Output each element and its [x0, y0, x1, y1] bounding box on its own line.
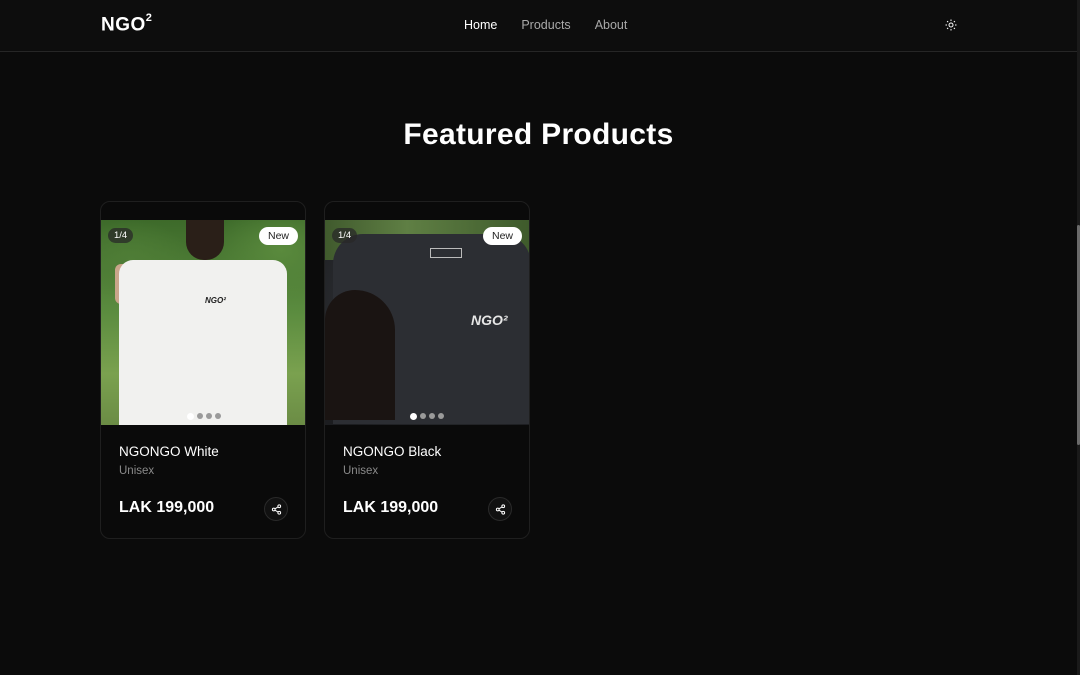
product-card[interactable]: NGO² 1/4 New NGONGO White Unisex LAK 199…	[100, 201, 306, 539]
product-price: LAK 199,000	[343, 499, 439, 516]
product-image: NGO²	[325, 220, 529, 425]
image-counter: 1/4	[108, 228, 134, 243]
shirt-neck-label	[430, 248, 462, 258]
share-button[interactable]	[264, 497, 288, 521]
photo-shirt	[119, 260, 287, 425]
site-header: NGO2 Home Products About	[0, 0, 1077, 52]
carousel-dot-active[interactable]	[187, 412, 194, 420]
product-image-carousel[interactable]: NGO²	[101, 220, 305, 425]
shirt-print: NGO²	[471, 312, 508, 328]
new-badge: New	[258, 227, 298, 245]
share-button[interactable]	[488, 497, 512, 521]
nav-about[interactable]: About	[595, 18, 628, 32]
image-counter: 1/4	[332, 228, 358, 243]
share-icon	[271, 503, 281, 515]
product-image-carousel[interactable]: NGO²	[325, 220, 529, 425]
logo-text: NGO	[101, 14, 146, 36]
photo-person	[325, 290, 395, 420]
carousel-dot[interactable]	[215, 413, 221, 419]
product-name[interactable]: NGONGO White	[119, 444, 219, 459]
product-image: NGO²	[101, 220, 305, 425]
section-title: Featured Products	[403, 118, 674, 151]
product-card[interactable]: NGO² 1/4 New NGONGO Black Unisex LAK 199…	[324, 201, 530, 539]
carousel-dots	[410, 412, 444, 420]
sun-icon	[945, 19, 957, 31]
carousel-dot[interactable]	[438, 413, 444, 419]
photo-person	[186, 220, 224, 260]
carousel-dot-active[interactable]	[410, 412, 417, 420]
new-badge: New	[482, 227, 522, 245]
product-category: Unisex	[343, 465, 379, 477]
logo-superscript: 2	[145, 12, 153, 24]
carousel-dot[interactable]	[429, 413, 435, 419]
product-name[interactable]: NGONGO Black	[343, 444, 441, 459]
carousel-dots	[187, 412, 221, 420]
carousel-dot[interactable]	[420, 413, 426, 419]
theme-toggle-button[interactable]	[942, 16, 960, 34]
shirt-print: NGO²	[205, 296, 226, 305]
nav-products[interactable]: Products	[521, 18, 570, 32]
product-category: Unisex	[119, 465, 155, 477]
carousel-dot[interactable]	[206, 413, 212, 419]
brand-logo[interactable]: NGO2	[101, 12, 153, 36]
share-icon	[495, 503, 505, 515]
carousel-dot[interactable]	[197, 413, 203, 419]
nav-home[interactable]: Home	[464, 18, 497, 32]
product-price: LAK 199,000	[119, 499, 215, 516]
main-nav: Home Products About	[464, 18, 627, 32]
